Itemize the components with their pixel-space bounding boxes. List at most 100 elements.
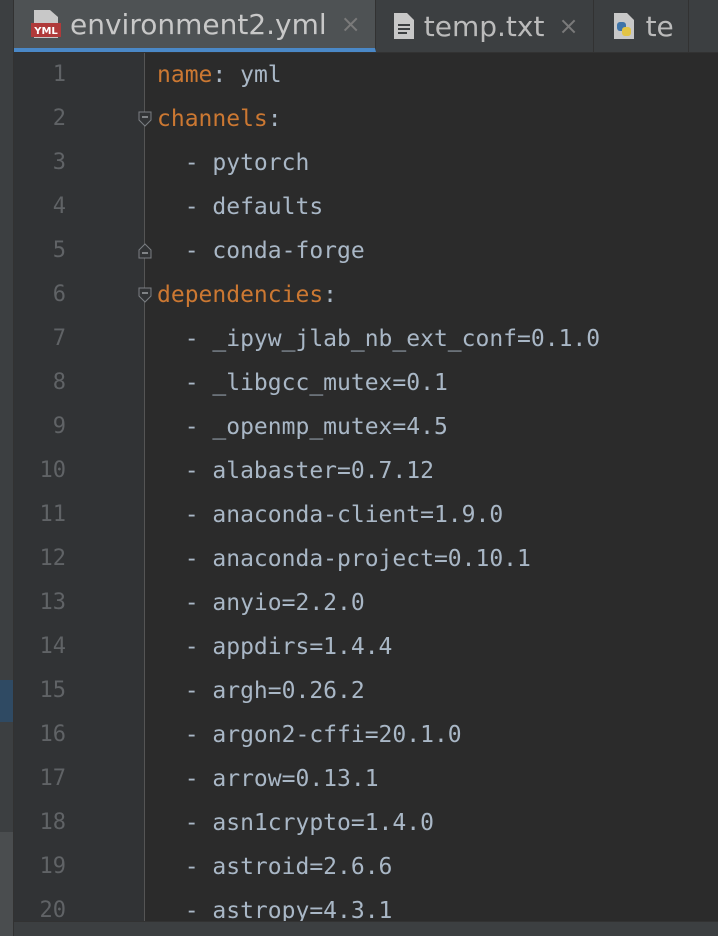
yaml-key: name xyxy=(157,62,213,88)
code-line[interactable]: 11 - anaconda-client=1.9.0 xyxy=(14,493,718,537)
fold-collapse-icon[interactable] xyxy=(138,111,152,127)
close-icon[interactable]: × xyxy=(558,12,578,40)
yaml-value: - _openmp_mutex=4.5 xyxy=(157,414,448,440)
yaml-value: - _ipyw_jlab_nb_ext_conf=0.1.0 xyxy=(157,326,601,352)
code-line[interactable]: 13 - anyio=2.2.0 xyxy=(14,581,718,625)
editor-tab-bar: YML environment2.yml × temp.txt × te xyxy=(14,0,718,53)
code-line[interactable]: 6 dependencies: xyxy=(14,273,718,317)
left-tool-strip xyxy=(0,0,14,936)
line-number: 18 xyxy=(39,810,67,835)
code-text: - _ipyw_jlab_nb_ext_conf=0.1.0 xyxy=(157,317,600,361)
code-text: - _libgcc_mutex=0.1 xyxy=(157,361,448,405)
code-editor[interactable]: 1 name: yml 2 channels: 3 - pytorch 4 - defau… xyxy=(14,53,718,936)
yaml-value: - anaconda-project=0.10.1 xyxy=(157,546,531,572)
code-line[interactable]: 8 - _libgcc_mutex=0.1 xyxy=(14,361,718,405)
code-text: dependencies: xyxy=(157,273,337,317)
code-text: - asn1crypto=1.4.0 xyxy=(157,801,434,845)
line-number: 4 xyxy=(52,194,66,219)
editor-bottom-bar xyxy=(14,921,718,936)
yaml-value: - argon2-cffi=20.1.0 xyxy=(157,722,462,748)
code-text: - anaconda-client=1.9.0 xyxy=(157,493,504,537)
line-number: 3 xyxy=(52,150,66,175)
close-icon[interactable]: × xyxy=(341,10,361,38)
code-line[interactable]: 9 - _openmp_mutex=4.5 xyxy=(14,405,718,449)
code-line[interactable]: 7 - _ipyw_jlab_nb_ext_conf=0.1.0 xyxy=(14,317,718,361)
tab-python-file[interactable]: te xyxy=(594,0,689,52)
code-line[interactable]: 2 channels: xyxy=(14,97,718,141)
yml-icon-label: YML xyxy=(33,26,58,37)
line-number: 11 xyxy=(39,502,67,527)
yaml-value: - pytorch xyxy=(157,150,310,176)
code-text: - conda-forge xyxy=(157,229,365,273)
yaml-separator: : xyxy=(323,282,338,308)
code-text: name: yml xyxy=(157,53,282,97)
tab-temp-txt[interactable]: temp.txt × xyxy=(376,0,594,52)
code-line[interactable]: 18 - asn1crypto=1.4.0 xyxy=(14,801,718,845)
text-file-icon xyxy=(392,12,416,40)
code-text: - appdirs=1.4.4 xyxy=(157,625,393,669)
code-line[interactable]: 5 - conda-forge xyxy=(14,229,718,273)
line-number: 13 xyxy=(39,590,67,615)
left-strip-scroll-thumb[interactable] xyxy=(0,832,13,936)
line-number: 10 xyxy=(39,458,67,483)
code-line[interactable]: 17 - arrow=0.13.1 xyxy=(14,757,718,801)
fold-collapse-icon[interactable] xyxy=(138,287,152,303)
code-text: - arrow=0.13.1 xyxy=(157,757,379,801)
fold-end-icon[interactable] xyxy=(138,243,152,259)
yaml-separator: : xyxy=(267,106,282,132)
line-number: 9 xyxy=(52,414,66,439)
line-number: 19 xyxy=(39,854,67,879)
line-number: 12 xyxy=(39,546,67,571)
code-text: - _openmp_mutex=4.5 xyxy=(157,405,448,449)
yaml-separator: : xyxy=(212,62,227,88)
yaml-value: - defaults xyxy=(157,194,324,220)
line-number: 6 xyxy=(52,282,66,307)
yaml-value: - asn1crypto=1.4.0 xyxy=(157,810,434,836)
code-line[interactable]: 4 - defaults xyxy=(14,185,718,229)
code-text: - astroid=2.6.6 xyxy=(157,845,393,889)
yml-file-icon: YML xyxy=(30,9,62,39)
yaml-key: channels xyxy=(157,106,268,132)
code-line[interactable]: 14 - appdirs=1.4.4 xyxy=(14,625,718,669)
line-number: 15 xyxy=(39,678,67,703)
code-text: - argh=0.26.2 xyxy=(157,669,365,713)
code-line[interactable]: 19 - astroid=2.6.6 xyxy=(14,845,718,889)
line-number: 7 xyxy=(52,326,66,351)
yaml-value: yml xyxy=(226,62,282,88)
code-text: - anaconda-project=0.10.1 xyxy=(157,537,531,581)
yaml-value: - conda-forge xyxy=(157,238,365,264)
yaml-value: - appdirs=1.4.4 xyxy=(157,634,393,660)
left-strip-marker[interactable] xyxy=(0,680,13,722)
code-text: - alabaster=0.7.12 xyxy=(157,449,434,493)
line-number: 8 xyxy=(52,370,66,395)
yaml-value: - astroid=2.6.6 xyxy=(157,854,393,880)
code-line[interactable]: 3 - pytorch xyxy=(14,141,718,185)
line-number: 14 xyxy=(39,634,67,659)
code-text: channels: xyxy=(157,97,282,141)
tab-environment2-yml[interactable]: YML environment2.yml × xyxy=(14,0,376,52)
tab-label: temp.txt xyxy=(423,9,545,43)
yaml-value: - argh=0.26.2 xyxy=(157,678,365,704)
line-number: 1 xyxy=(52,62,66,87)
yaml-value: - _libgcc_mutex=0.1 xyxy=(157,370,448,396)
yaml-value: - anyio=2.2.0 xyxy=(157,590,365,616)
code-line[interactable]: 10 - alabaster=0.7.12 xyxy=(14,449,718,493)
code-text: - pytorch xyxy=(157,141,310,185)
code-text: - argon2-cffi=20.1.0 xyxy=(157,713,462,757)
yaml-value: - alabaster=0.7.12 xyxy=(157,458,434,484)
ide-window: YML environment2.yml × temp.txt × te 1 n… xyxy=(0,0,718,936)
code-text: - anyio=2.2.0 xyxy=(157,581,365,625)
line-number: 17 xyxy=(39,766,67,791)
yaml-value: - anaconda-client=1.9.0 xyxy=(157,502,504,528)
yaml-value: - arrow=0.13.1 xyxy=(157,766,379,792)
code-line[interactable]: 1 name: yml xyxy=(14,53,718,97)
code-line[interactable]: 12 - anaconda-project=0.10.1 xyxy=(14,537,718,581)
code-line[interactable]: 15 - argh=0.26.2 xyxy=(14,669,718,713)
tab-label: environment2.yml xyxy=(70,7,327,41)
python-file-icon xyxy=(610,12,638,40)
line-number: 16 xyxy=(39,722,67,747)
yaml-key: dependencies xyxy=(157,282,324,308)
line-number: 5 xyxy=(52,238,66,263)
tab-label: te xyxy=(645,9,674,43)
code-line[interactable]: 16 - argon2-cffi=20.1.0 xyxy=(14,713,718,757)
